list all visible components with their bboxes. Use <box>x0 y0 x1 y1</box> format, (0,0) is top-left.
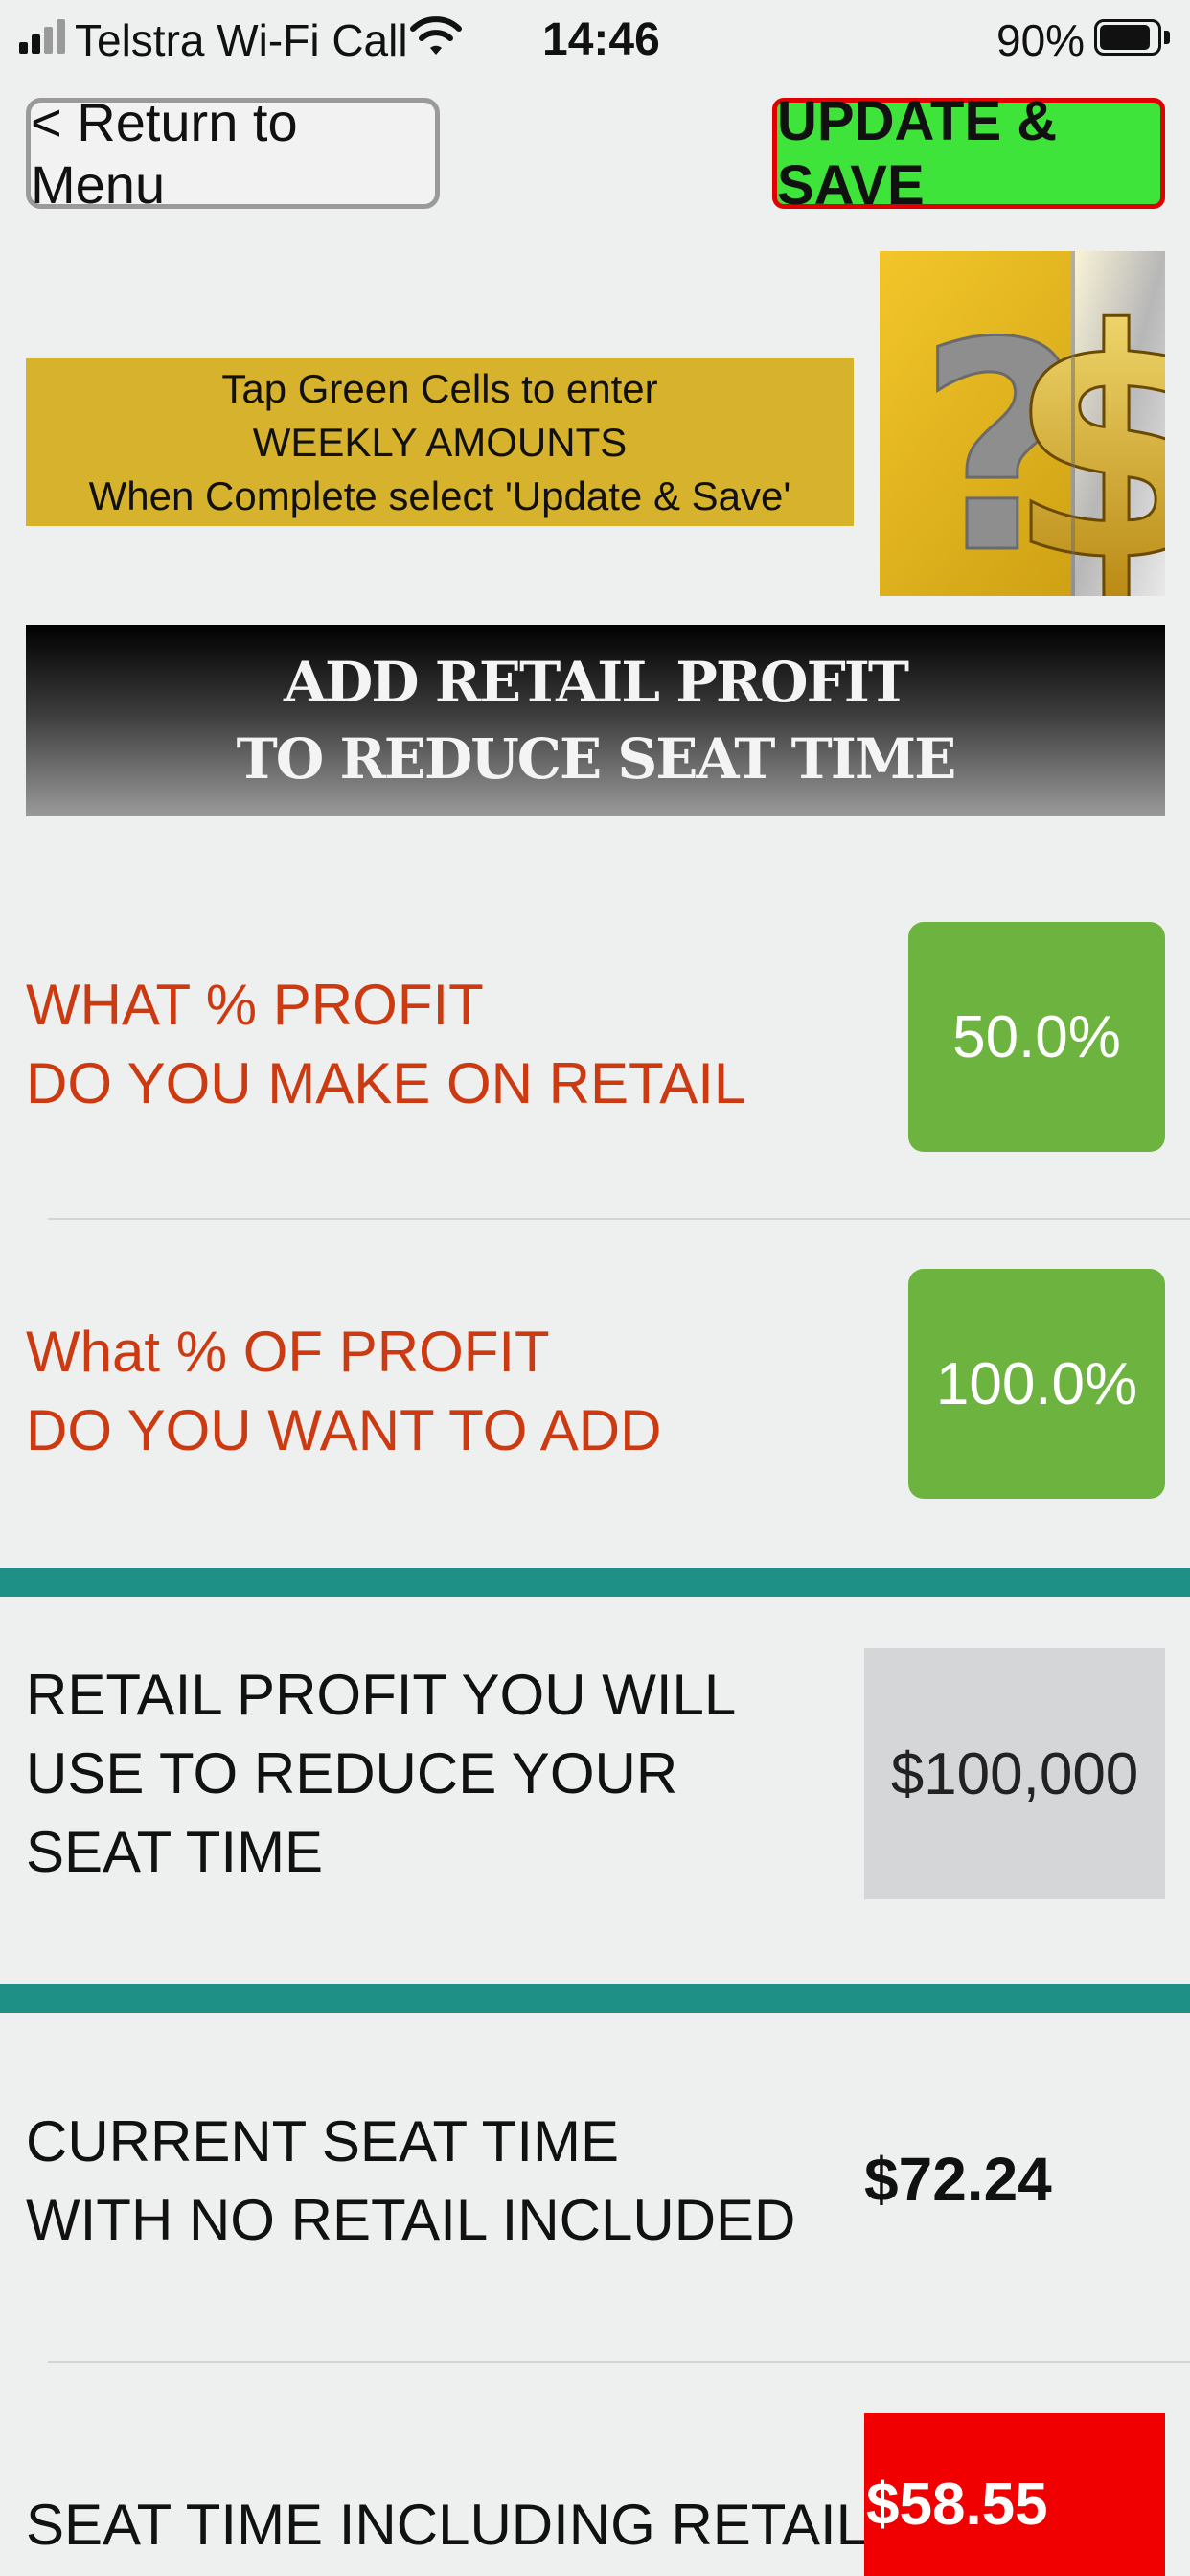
wifi-icon <box>410 15 462 58</box>
instructions-box: Tap Green Cells to enter WEEKLY AMOUNTS … <box>26 358 854 526</box>
banner-line-1: ADD RETAIL PROFIT <box>283 650 909 715</box>
svg-text:$: $ <box>1006 263 1165 596</box>
seat-time-including-retail-label: SEAT TIME INCLUDING RETAIL <box>26 2493 869 2557</box>
instructions-line-2: WEEKLY AMOUNTS <box>252 419 628 465</box>
seat-time-including-retail-value: $58.55 <box>864 2413 1165 2576</box>
teal-divider <box>0 1568 1190 1597</box>
status-bar: Telstra Wi-Fi Call 14:46 90% <box>0 0 1190 80</box>
instructions-line-3: When Complete select 'Update & Save' <box>88 472 791 518</box>
current-seat-time-label: CURRENT SEAT TIME WITH NO RETAIL INCLUDE… <box>26 2103 795 2260</box>
current-seat-time-label-line-2: WITH NO RETAIL INCLUDED <box>26 2188 796 2252</box>
profit-percent-label-line-2: DO YOU MAKE ON RETAIL <box>26 1051 746 1116</box>
retail-profit-label-line-2: USE TO REDUCE YOUR <box>26 1741 678 1806</box>
profit-percent-label: WHAT % PROFIT DO YOU MAKE ON RETAIL <box>26 966 745 1123</box>
retail-profit-value: $100,000 <box>864 1648 1165 1899</box>
add-percent-label-line-1: What % OF PROFIT <box>26 1320 550 1384</box>
battery-icon <box>1094 19 1173 58</box>
retail-profit-label-line-3: SEAT TIME <box>26 1820 324 1884</box>
banner-line-2: TO REDUCE SEAT TIME <box>236 726 957 792</box>
add-percent-input[interactable]: 100.0% <box>908 1269 1165 1499</box>
profit-percent-label-line-1: WHAT % PROFIT <box>26 973 484 1037</box>
battery-percent: 90% <box>996 15 1086 65</box>
retail-profit-label-line-1: RETAIL PROFIT YOU WILL <box>26 1663 737 1727</box>
instructions-line-1: Tap Green Cells to enter <box>221 365 658 411</box>
signal-icon <box>19 19 71 54</box>
update-save-button[interactable]: UPDATE & SAVE <box>772 90 1165 217</box>
add-percent-label: What % OF PROFIT DO YOU WANT TO ADD <box>26 1313 661 1470</box>
current-seat-time-value: $72.24 <box>864 2145 1052 2214</box>
status-time: 14:46 <box>542 14 660 65</box>
add-percent-label-line-2: DO YOU WANT TO ADD <box>26 1398 662 1462</box>
seat-time-including-retail-amount: $58.55 <box>866 2471 1048 2538</box>
return-to-menu-button[interactable]: < Return to Menu <box>26 92 440 215</box>
question-dollar-logo: ? $ <box>880 251 1190 632</box>
profit-percent-input[interactable]: 50.0% <box>908 922 1165 1152</box>
teal-divider <box>0 1984 1190 2012</box>
retail-profit-banner: ADD RETAIL PROFIT TO REDUCE SEAT TIME <box>26 625 1165 816</box>
divider <box>48 2361 1190 2363</box>
divider <box>48 1218 1190 1220</box>
retail-profit-label: RETAIL PROFIT YOU WILL USE TO REDUCE YOU… <box>26 1656 736 1892</box>
carrier-label: Telstra Wi-Fi Call <box>75 15 408 65</box>
current-seat-time-label-line-1: CURRENT SEAT TIME <box>26 2109 619 2174</box>
